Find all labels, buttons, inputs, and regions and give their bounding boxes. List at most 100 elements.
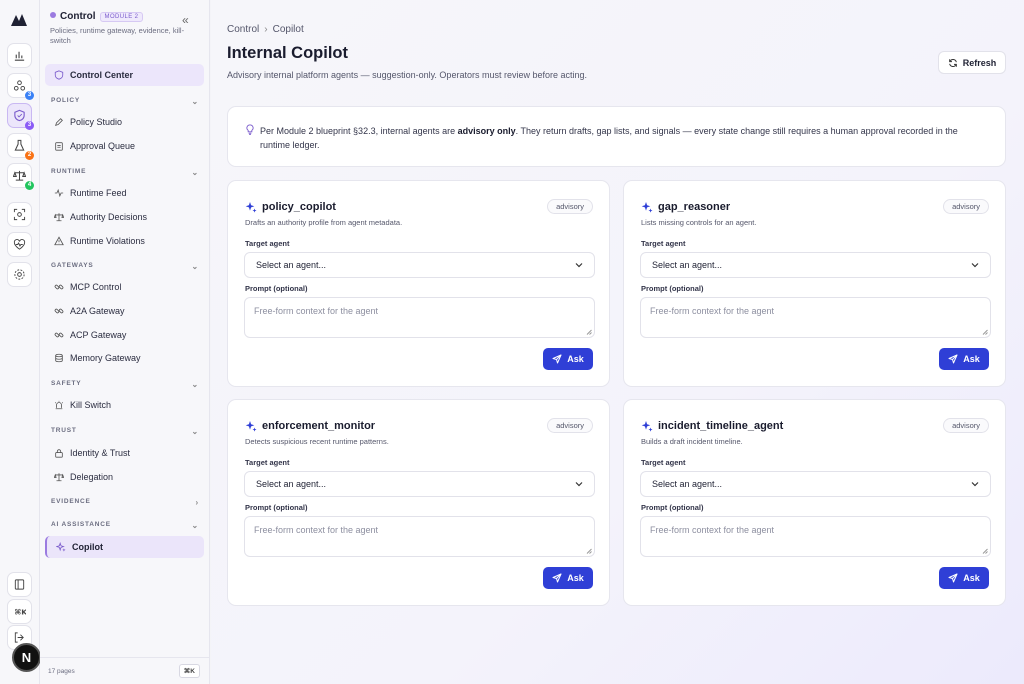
resize-handle-icon[interactable] [982,548,988,554]
rail-badge: 3 [25,91,34,100]
link-icon [54,332,64,338]
send-icon [552,573,562,583]
sidebar-item-identity-trust[interactable]: Identity & Trust [45,442,204,464]
advisory-badge: advisory [943,418,989,433]
agent-name: incident_timeline_agent [658,420,784,432]
section-label: EVIDENCE [51,498,91,505]
resize-handle-icon[interactable] [586,548,592,554]
prompt-placeholder: Free-form context for the agent [650,306,775,316]
lock-icon [55,449,63,458]
user-avatar[interactable]: N [12,643,41,672]
sidebar-item-copilot[interactable]: Copilot [45,536,204,558]
command-icon[interactable]: ⌘K [7,599,32,624]
advisory-badge: advisory [547,199,593,214]
sidebar-item-label: Copilot [72,542,103,552]
shield-icon[interactable]: 3 [7,103,34,130]
page-title: Internal Copilot [227,44,348,62]
select-value: Select an agent... [256,479,327,489]
chevron-down-icon: ⌄ [191,427,199,436]
prompt-placeholder: Free-form context for the agent [254,525,379,535]
section-ai-assistance[interactable]: AI ASSISTANCE ⌄ [51,521,199,530]
heart-pulse-icon[interactable] [7,232,32,257]
ask-button[interactable]: Ask [543,348,593,370]
section-policy[interactable]: POLICY ⌄ [51,97,199,106]
ask-button[interactable]: Ask [939,348,989,370]
sidebar-item-policy-studio[interactable]: Policy Studio [45,111,204,133]
agent-card: incident_timeline_agent advisory Builds … [623,399,1006,606]
scan-icon[interactable] [7,202,32,227]
section-gateways[interactable]: GATEWAYS ⌄ [51,262,199,271]
sidebar-item-kill-switch[interactable]: Kill Switch [45,394,204,416]
sidebar-item-label: ACP Gateway [70,330,127,340]
prompt-placeholder: Free-form context for the agent [254,306,379,316]
target-agent-select[interactable]: Select an agent... [244,252,595,278]
send-icon [552,354,562,364]
scale-icon[interactable]: 4 [7,163,34,190]
sidebar-item-label: Runtime Feed [70,188,127,198]
section-label: SAFETY [51,380,82,387]
sidebar-item-acp-gateway[interactable]: ACP Gateway [45,324,204,346]
sidebar-item-memory-gateway[interactable]: Memory Gateway [45,347,204,369]
notice-text-bold: advisory only [457,126,516,136]
agent-name: policy_copilot [262,201,336,213]
ask-button[interactable]: Ask [543,567,593,589]
chevron-down-icon: ⌄ [191,262,199,271]
agent-title: enforcement_monitor [245,420,375,432]
prompt-input[interactable]: Free-form context for the agent [640,516,991,557]
clipboard-icon [55,142,63,151]
section-safety[interactable]: SAFETY ⌄ [51,380,199,389]
target-agent-select[interactable]: Select an agent... [244,471,595,497]
target-agent-label: Target agent [641,458,686,467]
sidebar-item-mcp-control[interactable]: MCP Control [45,276,204,298]
advisory-badge: advisory [943,199,989,214]
target-agent-select[interactable]: Select an agent... [640,252,991,278]
collapse-sidebar-icon[interactable]: « [182,13,189,27]
main-content: Control › Copilot Internal Copilot Advisor… [211,0,1024,684]
flask-icon[interactable]: 2 [7,133,34,160]
select-value: Select an agent... [256,260,327,270]
settings-icon[interactable] [7,262,32,287]
agent-description: Detects suspicious recent runtime patter… [245,437,389,446]
activity-icon [54,188,64,198]
agent-card: policy_copilot advisory Drafts an author… [227,180,610,387]
prompt-input[interactable]: Free-form context for the agent [244,516,595,557]
command-palette-shortcut[interactable]: ⌘K [178,664,200,678]
sidebar-item-runtime-feed[interactable]: Runtime Feed [45,182,204,204]
breadcrumb-parent[interactable]: Control [227,24,259,35]
sidebar-description: Policies, runtime gateway, evidence, kil… [50,26,185,45]
book-icon[interactable] [7,572,32,597]
select-value: Select an agent... [652,479,723,489]
link-icon [54,284,64,290]
section-runtime[interactable]: RUNTIME ⌄ [51,168,199,177]
target-agent-select[interactable]: Select an agent... [640,471,991,497]
chevron-down-icon [575,263,583,268]
section-evidence[interactable]: EVIDENCE › [51,498,199,507]
agents-icon[interactable]: 3 [7,73,34,100]
sidebar-item-approval-queue[interactable]: Approval Queue [45,135,204,157]
agent-title: policy_copilot [245,201,336,213]
sidebar-item-delegation[interactable]: Delegation [45,466,204,488]
sidebar-item-authority-decisions[interactable]: Authority Decisions [45,206,204,228]
sidebar-item-label: Runtime Violations [70,236,145,246]
agent-name: gap_reasoner [658,201,731,213]
sidebar-item-a2a-gateway[interactable]: A2A Gateway [45,300,204,322]
agent-title: incident_timeline_agent [641,420,783,432]
section-trust[interactable]: TRUST ⌄ [51,427,199,436]
prompt-placeholder: Free-form context for the agent [650,525,775,535]
resize-handle-icon[interactable] [586,329,592,335]
ask-button[interactable]: Ask [939,567,989,589]
notice-text-before: Per Module 2 blueprint §32.3, internal a… [260,126,458,136]
prompt-label: Prompt (optional) [641,284,704,293]
resize-handle-icon[interactable] [982,329,988,335]
sidebar-item-runtime-violations[interactable]: Runtime Violations [45,230,204,252]
prompt-input[interactable]: Free-form context for the agent [244,297,595,338]
sparkles-icon [56,542,66,552]
analytics-icon[interactable] [7,43,32,68]
sidebar-item-control-center[interactable]: Control Center [45,64,204,86]
sidebar-footer: 17 pages ⌘K [40,657,210,684]
sidebar: Control MODULE 2 Policies, runtime gatewa… [40,0,210,684]
prompt-input[interactable]: Free-form context for the agent [640,297,991,338]
ask-label: Ask [963,354,980,364]
refresh-button[interactable]: Refresh [938,51,1006,74]
agent-description: Drafts an authority profile from agent m… [245,218,403,227]
